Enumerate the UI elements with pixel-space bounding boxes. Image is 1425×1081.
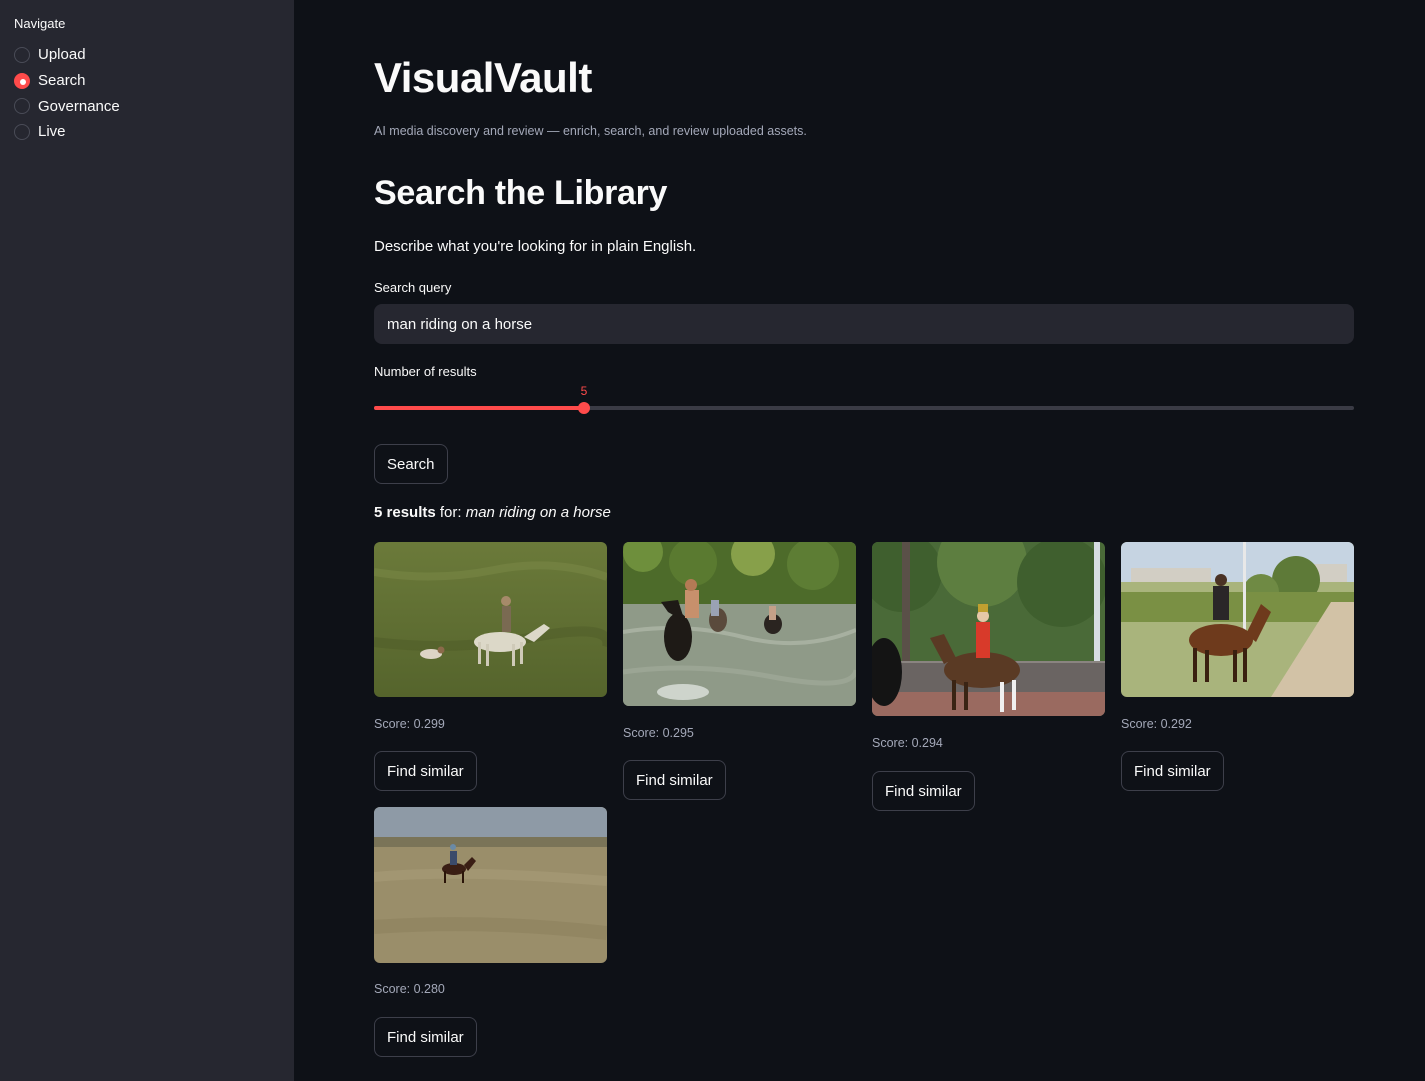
radio-icon[interactable] <box>14 46 30 63</box>
nav-item-label: Governance <box>38 97 120 115</box>
app-title: VisualVault <box>374 54 592 101</box>
nav-item-label: Search <box>38 72 86 90</box>
sidebar: Navigate Upload Search Governance Live <box>0 0 294 1081</box>
search-input[interactable] <box>374 304 1354 344</box>
results-count: 5 results <box>374 504 436 521</box>
nav-item-label: Upload <box>38 46 86 64</box>
result-score: Score: 0.280 <box>374 982 445 996</box>
find-similar-button[interactable]: Find similar <box>623 760 726 800</box>
slider-value: 5 <box>580 384 588 398</box>
nav-item-governance[interactable]: Governance <box>14 93 120 119</box>
find-similar-button[interactable]: Find similar <box>374 751 477 791</box>
horse-field-image <box>374 542 607 697</box>
nav-item-upload[interactable]: Upload <box>14 42 120 68</box>
result-score: Score: 0.295 <box>623 726 694 740</box>
slider-thumb[interactable] <box>578 402 590 414</box>
results-count-label: Number of results <box>374 364 477 379</box>
horse-path-image <box>1121 542 1354 697</box>
find-similar-button[interactable]: Find similar <box>872 771 975 811</box>
radio-selected-icon[interactable] <box>14 72 30 89</box>
app-caption: AI media discovery and review — enrich, … <box>374 124 807 138</box>
find-similar-button[interactable]: Find similar <box>374 1017 477 1057</box>
radio-icon[interactable] <box>14 123 30 140</box>
nav-item-label: Live <box>38 123 66 141</box>
result-score: Score: 0.294 <box>872 736 943 750</box>
horse-river-image <box>623 542 856 706</box>
slider-fill <box>374 406 584 410</box>
search-query-label: Search query <box>374 280 452 295</box>
horse-guard-image <box>872 542 1105 716</box>
results-summary: 5 results for: man riding on a horse <box>374 504 611 521</box>
nav-item-live[interactable]: Live <box>14 119 120 145</box>
nav-item-search[interactable]: Search <box>14 68 120 94</box>
results-for-text: for: <box>435 504 466 521</box>
nav-label: Navigate <box>14 16 66 31</box>
results-count-slider[interactable] <box>374 402 1354 414</box>
find-similar-button[interactable]: Find similar <box>1121 751 1224 791</box>
horse-plain-image <box>374 807 607 963</box>
result-score: Score: 0.292 <box>1121 717 1192 731</box>
result-score: Score: 0.299 <box>374 717 445 731</box>
search-button[interactable]: Search <box>374 444 448 484</box>
section-title: Search the Library <box>374 174 668 212</box>
results-query: man riding on a horse <box>465 504 611 521</box>
nav-radio-group: Upload Search Governance Live <box>14 42 120 145</box>
radio-icon[interactable] <box>14 98 30 115</box>
search-description: Describe what you're looking for in plai… <box>374 238 697 255</box>
